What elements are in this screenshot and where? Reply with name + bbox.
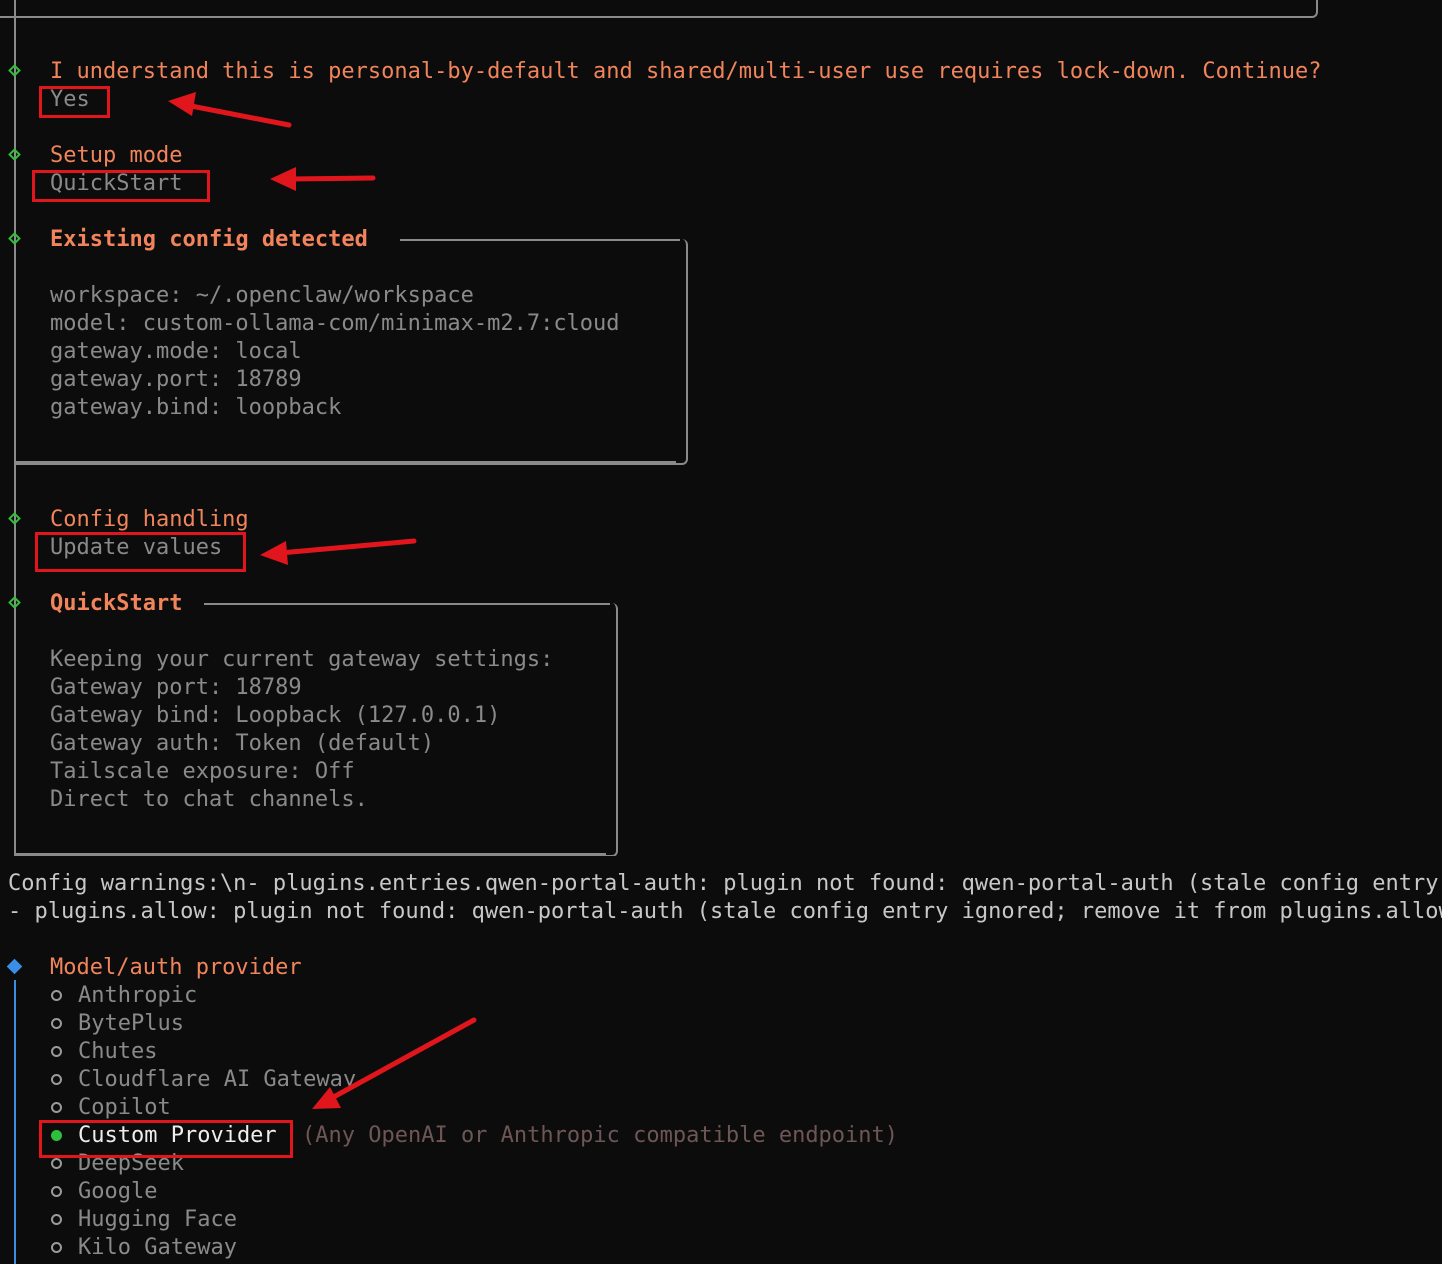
annotation-arrows — [168, 92, 477, 1109]
